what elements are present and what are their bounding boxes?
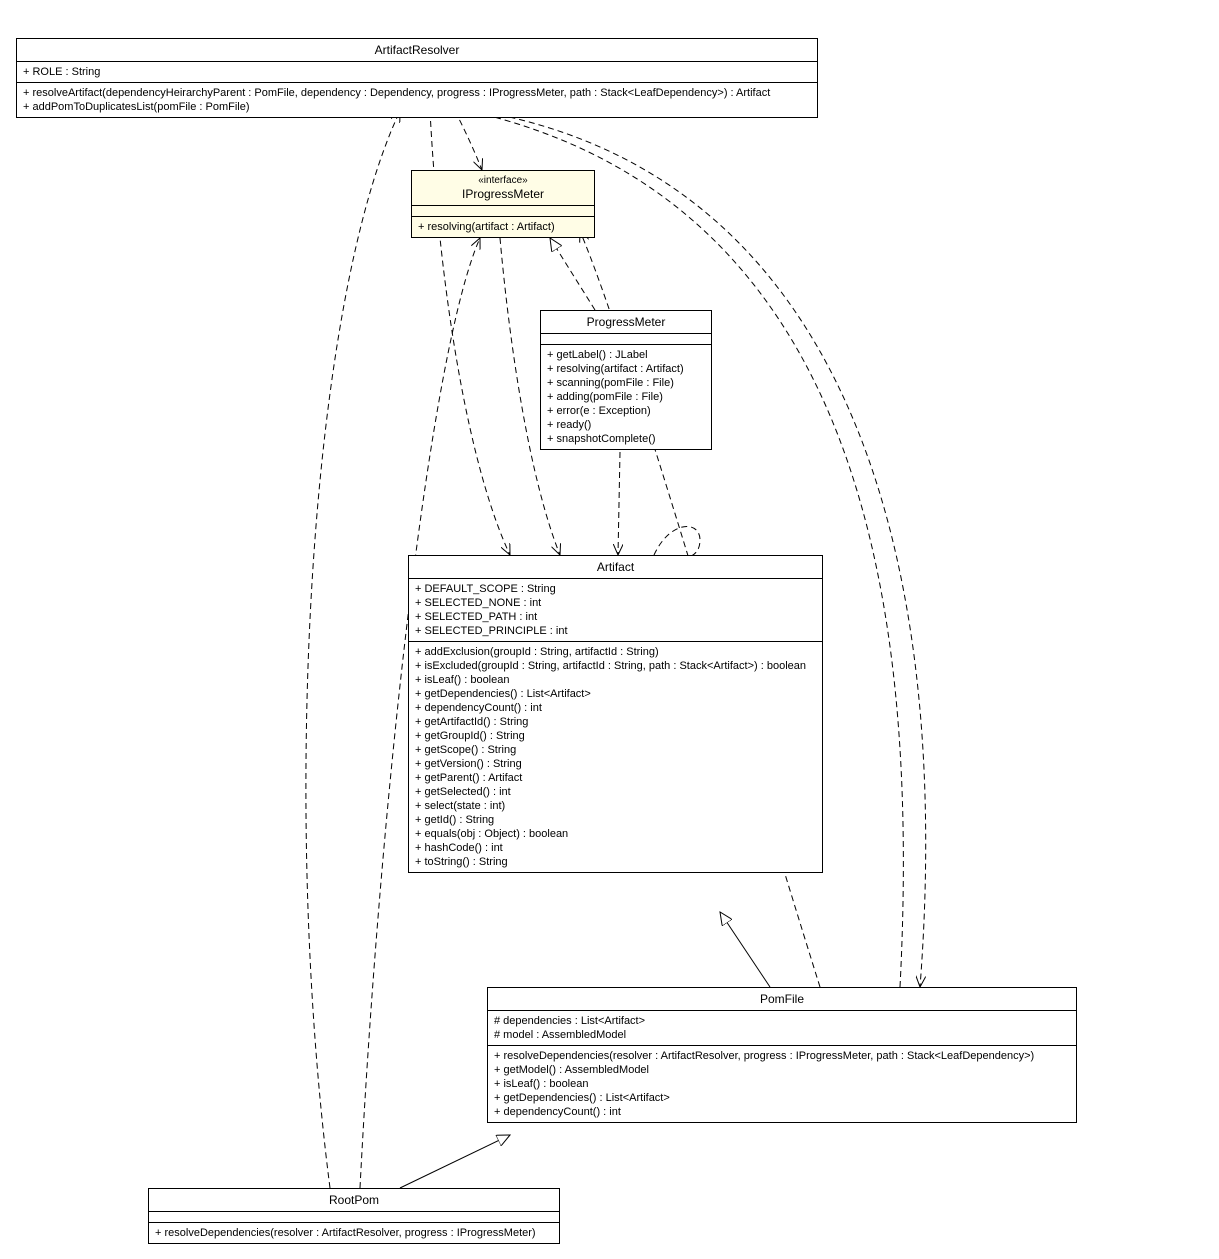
class-attrs: + ROLE : String (17, 62, 817, 83)
uml-canvas: ArtifactResolver + ROLE : String + resol… (0, 0, 1219, 1259)
op: + snapshotComplete() (547, 432, 705, 446)
class-progressmeter: ProgressMeter + getLabel() : JLabel + re… (540, 310, 712, 450)
class-ops: + resolveDependencies(resolver : Artifac… (488, 1046, 1076, 1122)
op: + getParent() : Artifact (415, 771, 816, 785)
op: + addExclusion(groupId : String, artifac… (415, 645, 816, 659)
op: + hashCode() : int (415, 841, 816, 855)
class-attrs: + DEFAULT_SCOPE : String + SELECTED_NONE… (409, 579, 822, 642)
op: + getDependencies() : List<Artifact> (494, 1091, 1070, 1105)
class-attrs: # dependencies : List<Artifact> # model … (488, 1011, 1076, 1046)
op: + dependencyCount() : int (415, 701, 816, 715)
op: + getScope() : String (415, 743, 816, 757)
op: + equals(obj : Object) : boolean (415, 827, 816, 841)
attr: + DEFAULT_SCOPE : String (415, 582, 816, 596)
class-ops: + getLabel() : JLabel + resolving(artifa… (541, 345, 711, 449)
class-attrs-empty (412, 206, 594, 217)
op: + error(e : Exception) (547, 404, 705, 418)
op: + getVersion() : String (415, 757, 816, 771)
op: + getModel() : AssembledModel (494, 1063, 1070, 1077)
attr: # dependencies : List<Artifact> (494, 1014, 1070, 1028)
op: + select(state : int) (415, 799, 816, 813)
class-name: RootPom (149, 1189, 559, 1212)
class-rootpom: RootPom + resolveDependencies(resolver :… (148, 1188, 560, 1244)
attr: + SELECTED_PATH : int (415, 610, 816, 624)
op: + resolveArtifact(dependencyHeirarchyPar… (23, 86, 811, 100)
interface-iprogressmeter: «interface» IProgressMeter + resolving(a… (411, 170, 595, 238)
class-artifact: Artifact + DEFAULT_SCOPE : String + SELE… (408, 555, 823, 873)
class-ops: + addExclusion(groupId : String, artifac… (409, 642, 822, 872)
class-attrs-empty (541, 334, 711, 345)
op: + getLabel() : JLabel (547, 348, 705, 362)
op: + isExcluded(groupId : String, artifactI… (415, 659, 816, 673)
op: + ready() (547, 418, 705, 432)
op: + isLeaf() : boolean (494, 1077, 1070, 1091)
op: + resolveDependencies(resolver : Artifac… (494, 1049, 1070, 1063)
op: + dependencyCount() : int (494, 1105, 1070, 1119)
attr: + ROLE : String (23, 65, 811, 79)
op: + resolving(artifact : Artifact) (418, 220, 588, 234)
op: + getArtifactId() : String (415, 715, 816, 729)
class-name: ArtifactResolver (17, 39, 817, 62)
op: + toString() : String (415, 855, 816, 869)
op: + getSelected() : int (415, 785, 816, 799)
attr: + SELECTED_NONE : int (415, 596, 816, 610)
class-ops: + resolveArtifact(dependencyHeirarchyPar… (17, 83, 817, 117)
op: + scanning(pomFile : File) (547, 376, 705, 390)
op: + adding(pomFile : File) (547, 390, 705, 404)
class-name: PomFile (488, 988, 1076, 1011)
op: + addPomToDuplicatesList(pomFile : PomFi… (23, 100, 811, 114)
class-attrs-empty (149, 1212, 559, 1223)
stereotype: «interface» (418, 175, 588, 186)
class-name: «interface» IProgressMeter (412, 171, 594, 206)
op: + getDependencies() : List<Artifact> (415, 687, 816, 701)
op: + resolving(artifact : Artifact) (547, 362, 705, 376)
op: + getId() : String (415, 813, 816, 827)
class-ops: + resolveDependencies(resolver : Artifac… (149, 1223, 559, 1243)
op: + resolveDependencies(resolver : Artifac… (155, 1226, 553, 1240)
class-name-text: IProgressMeter (462, 187, 544, 201)
attr: + SELECTED_PRINCIPLE : int (415, 624, 816, 638)
class-artifactresolver: ArtifactResolver + ROLE : String + resol… (16, 38, 818, 118)
class-ops: + resolving(artifact : Artifact) (412, 217, 594, 237)
class-name: ProgressMeter (541, 311, 711, 334)
op: + isLeaf() : boolean (415, 673, 816, 687)
class-name: Artifact (409, 556, 822, 579)
attr: # model : AssembledModel (494, 1028, 1070, 1042)
op: + getGroupId() : String (415, 729, 816, 743)
class-pomfile: PomFile # dependencies : List<Artifact> … (487, 987, 1077, 1123)
